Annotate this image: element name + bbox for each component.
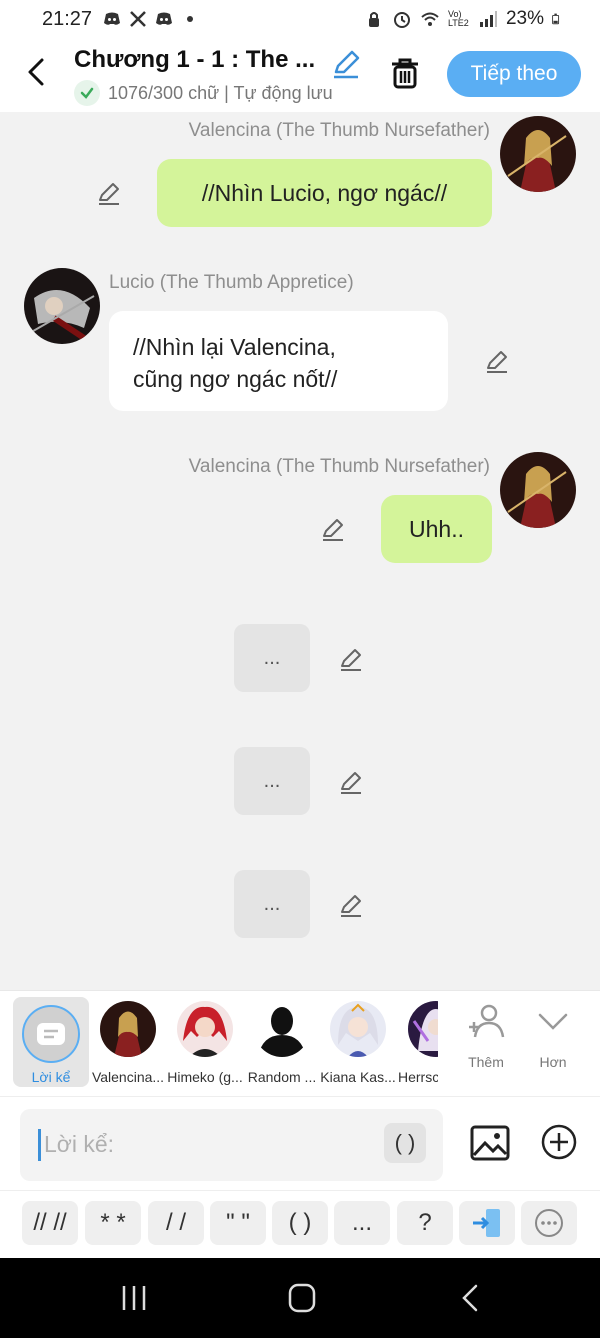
- signal-icon: [479, 11, 497, 27]
- avatar: [254, 1001, 310, 1057]
- message-input[interactable]: Lời kể: ( ): [20, 1109, 443, 1181]
- message-bubble[interactable]: //Nhìn lại Valencina, cũng ngơ ngác nốt/…: [109, 311, 448, 411]
- avatar: [177, 1001, 233, 1057]
- status-left-icons: [102, 10, 200, 28]
- avatar: [408, 1001, 438, 1057]
- editor-header: Chương 1 - 1 : The ... 1076/300 chữ | Tự…: [0, 38, 600, 112]
- character-kiana[interactable]: Kiana Kas...: [319, 999, 397, 1085]
- message-line: cũng ngơ ngác nốt//: [133, 366, 338, 392]
- narration-bubble[interactable]: ...: [234, 870, 310, 938]
- character-valencina[interactable]: Valencina...: [89, 999, 167, 1085]
- battery-percent: 23%: [505, 8, 544, 29]
- message-bubble[interactable]: //Nhìn Lucio, ngơ ngác//: [157, 159, 492, 227]
- quick-format-button[interactable]: // //: [22, 1201, 78, 1245]
- edit-message-icon[interactable]: [338, 892, 364, 918]
- avatar: [330, 1001, 386, 1057]
- narration-bubble[interactable]: ...: [234, 747, 310, 815]
- text-caret: [38, 1129, 41, 1161]
- narration-bubble[interactable]: ...: [234, 624, 310, 692]
- message-line: //Nhìn lại Valencina,: [133, 334, 336, 360]
- chat-bubble-icon: [535, 1209, 563, 1237]
- status-right-icons: Vo) LTE2 23%: [364, 8, 564, 30]
- character-selector: Lời kể Valencina... Himeko (g... Random …: [0, 990, 600, 1096]
- system-nav-bar: [0, 1258, 600, 1338]
- edit-message-icon[interactable]: [484, 348, 510, 374]
- chapter-title[interactable]: Chương 1 - 1 : The ...: [74, 46, 315, 74]
- character-label: Herrsc: [398, 1069, 438, 1085]
- status-time: 21:27: [42, 7, 93, 30]
- x-icon: [130, 11, 146, 27]
- add-person-icon: [469, 1004, 505, 1038]
- avatar-lucio[interactable]: [24, 268, 100, 344]
- speaker-name: Valencina (The Thumb Nursefather): [188, 120, 490, 141]
- more-options-button[interactable]: [521, 1201, 577, 1245]
- quick-format-button[interactable]: " ": [210, 1201, 266, 1245]
- quick-format-button[interactable]: * *: [85, 1201, 141, 1245]
- narration-icon: [22, 1005, 80, 1063]
- message-input-area: Lời kể: ( ): [0, 1096, 600, 1190]
- quick-format-button[interactable]: ?: [397, 1201, 453, 1245]
- quick-format-button[interactable]: ( ): [272, 1201, 328, 1245]
- speaker-name: Lucio (The Thumb Appretice): [109, 272, 354, 293]
- word-count-row: 1076/300 chữ | Tự động lưu: [74, 80, 333, 106]
- edit-title-icon[interactable]: [330, 48, 362, 80]
- back-icon[interactable]: [22, 54, 52, 90]
- word-count: 1076/300 chữ | Tự động lưu: [108, 82, 333, 103]
- character-label: Kiana Kas...: [320, 1069, 396, 1085]
- narrator-label: Lời kể: [31, 1069, 71, 1085]
- check-icon: [74, 80, 100, 106]
- quick-format-button[interactable]: ...: [334, 1201, 390, 1245]
- lock-icon: [368, 12, 379, 27]
- avatar-valencina[interactable]: [500, 116, 576, 192]
- character-random[interactable]: Random ...: [243, 999, 321, 1085]
- speaker-name: Valencina (The Thumb Nursefather): [188, 456, 490, 477]
- insert-divider-button[interactable]: [459, 1201, 515, 1245]
- edit-message-icon[interactable]: [338, 646, 364, 672]
- insert-arrow-icon: [473, 1209, 500, 1237]
- avatar-valencina[interactable]: [500, 452, 576, 528]
- discord-icon: [156, 12, 173, 25]
- more-label: Hơn: [539, 1054, 567, 1070]
- chevron-down-icon: [538, 1013, 568, 1030]
- parentheses-button[interactable]: ( ): [384, 1123, 426, 1163]
- trash-icon[interactable]: [388, 56, 422, 90]
- character-herrscher[interactable]: Herrsc: [398, 999, 438, 1085]
- back-nav-icon[interactable]: [450, 1282, 490, 1314]
- quick-format-button[interactable]: / /: [148, 1201, 204, 1245]
- battery-icon: [552, 13, 560, 25]
- character-himeko[interactable]: Himeko (g...: [166, 999, 244, 1085]
- narrator-selector[interactable]: Lời kể: [13, 997, 89, 1087]
- add-character-button[interactable]: Thêm: [456, 1001, 516, 1070]
- notification-dot-icon: [187, 16, 194, 22]
- status-bar: 21:27 Vo) LTE2 23%: [0, 0, 600, 38]
- image-icon[interactable]: [470, 1123, 510, 1163]
- message-bubble[interactable]: Uhh..: [381, 495, 492, 563]
- quick-format-row: // // * * / / " " ( ) ... ?: [0, 1190, 600, 1258]
- edit-message-icon[interactable]: [320, 516, 346, 542]
- alarm-icon: [393, 12, 410, 28]
- add-icon[interactable]: [540, 1123, 578, 1161]
- character-label: Himeko (g...: [167, 1069, 243, 1085]
- recent-apps-icon[interactable]: [114, 1282, 154, 1314]
- add-character-label: Thêm: [468, 1054, 504, 1070]
- character-label: Random ...: [247, 1069, 317, 1085]
- edit-message-icon[interactable]: [338, 769, 364, 795]
- chat-area[interactable]: Valencina (The Thumb Nursefather) //Nhìn…: [0, 112, 600, 990]
- discord-icon: [104, 12, 121, 25]
- avatar: [100, 1001, 156, 1057]
- home-icon[interactable]: [282, 1282, 322, 1314]
- input-placeholder: Lời kể:: [44, 1131, 115, 1157]
- wifi-icon: [421, 12, 439, 26]
- edit-message-icon[interactable]: [96, 180, 122, 206]
- next-button[interactable]: Tiếp theo: [447, 51, 581, 97]
- character-label: Valencina...: [91, 1069, 165, 1085]
- more-button[interactable]: Hơn: [523, 1001, 583, 1070]
- network-label: Vo) LTE2: [447, 9, 469, 28]
